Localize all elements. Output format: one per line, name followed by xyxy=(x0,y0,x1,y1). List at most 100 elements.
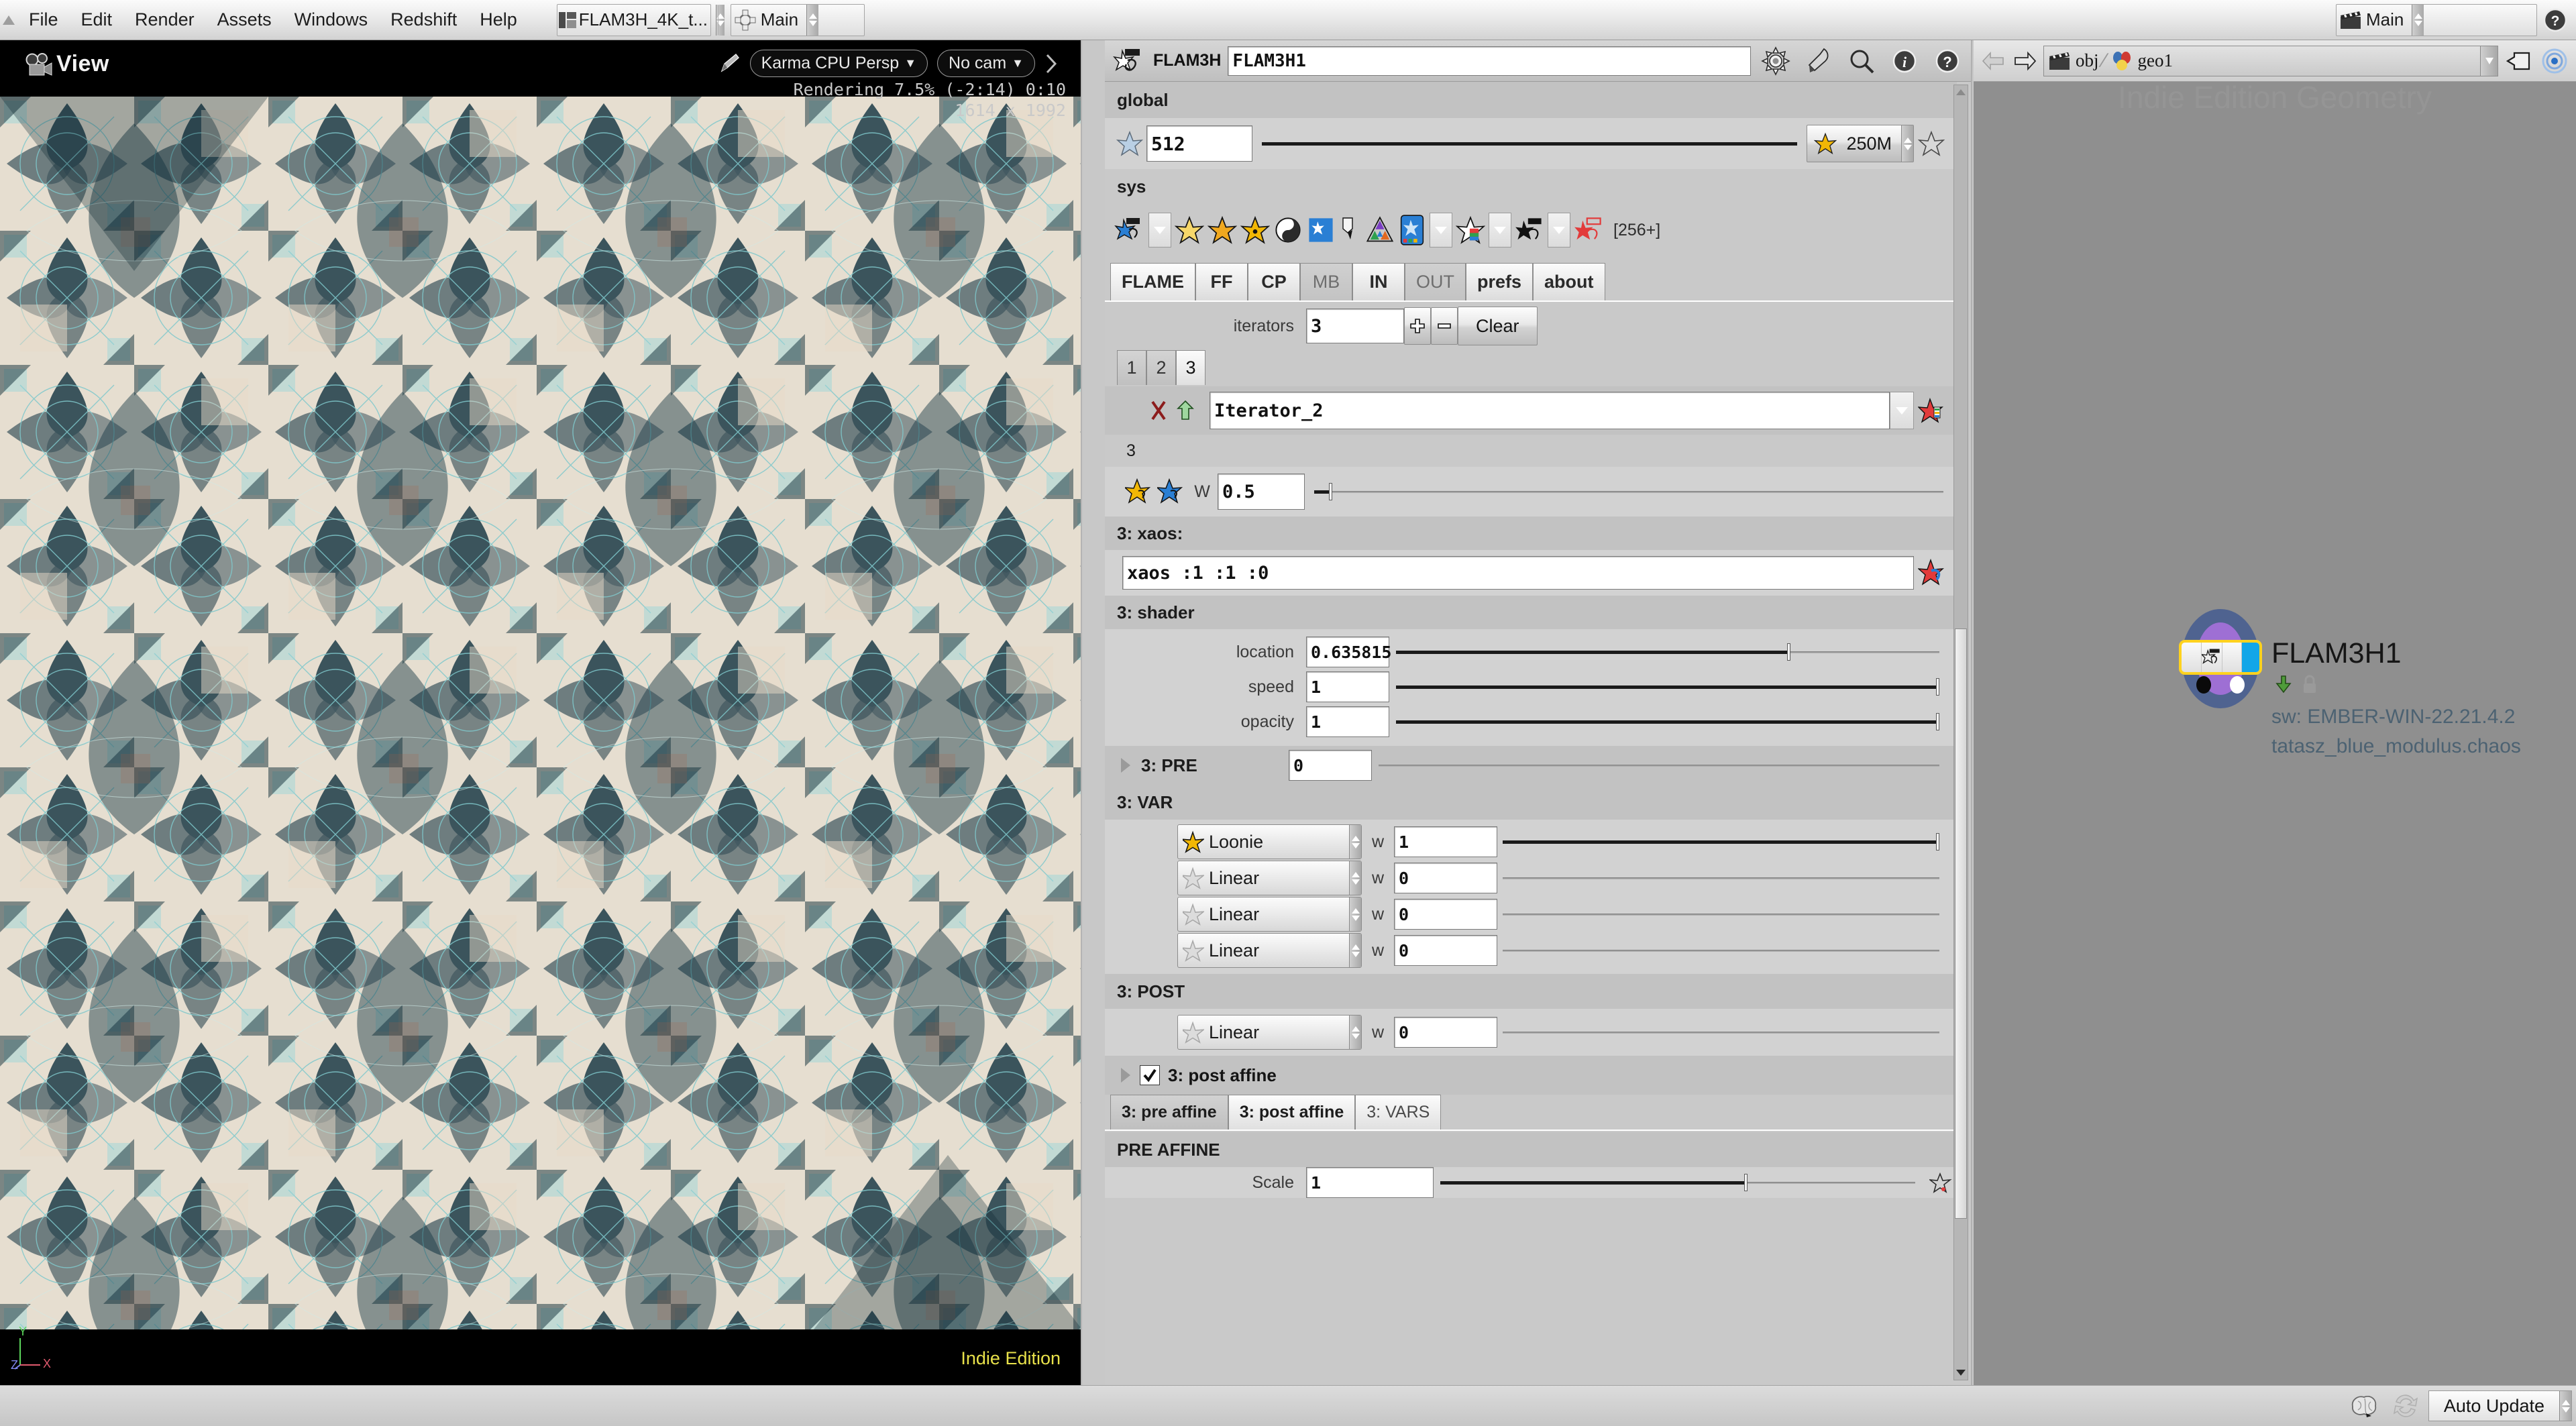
var-select-1[interactable]: Loonie xyxy=(1177,824,1362,859)
points-selector[interactable]: 250M xyxy=(1807,125,1914,162)
auto-update-spinner[interactable] xyxy=(2559,1391,2571,1421)
sys-flame-red-icon[interactable] xyxy=(1574,215,1603,245)
delete-iterator-icon[interactable] xyxy=(1145,399,1172,422)
scale-input[interactable]: 1 xyxy=(1306,1167,1434,1198)
node-shape[interactable] xyxy=(2179,609,2262,708)
desktop-selector[interactable]: FLAM3H_4K_t... xyxy=(556,3,724,36)
expand-arrow-icon[interactable] xyxy=(1121,758,1130,773)
iterator-index-tabs[interactable]: 1 2 3 xyxy=(1117,350,1957,385)
sys-palette-icon[interactable] xyxy=(1365,215,1395,245)
tab-flame[interactable]: FLAME xyxy=(1110,263,1195,300)
post-var-spinner-1[interactable] xyxy=(1349,1016,1361,1049)
iterator-tab-1[interactable]: 1 xyxy=(1117,350,1146,385)
opacity-slider[interactable] xyxy=(1396,712,1939,731)
sys-yinyang-icon[interactable] xyxy=(1273,215,1303,245)
sys-cursor-icon[interactable] xyxy=(1339,215,1362,245)
var-spinner-3[interactable] xyxy=(1349,897,1361,931)
tab-prefs[interactable]: prefs xyxy=(1465,263,1534,300)
duplicate-iterator-icon[interactable] xyxy=(1172,399,1199,422)
var-select-2[interactable]: Linear xyxy=(1177,861,1362,895)
paint-icon[interactable] xyxy=(1801,43,1837,79)
tab-cp[interactable]: CP xyxy=(1247,263,1300,300)
menu-help[interactable]: Help xyxy=(468,0,529,40)
expand-arrow-icon[interactable] xyxy=(1121,1068,1130,1083)
xaos-preset-icon[interactable] xyxy=(1914,558,1949,588)
info-icon[interactable]: i xyxy=(1886,43,1923,79)
flame-tab-bar[interactable]: FLAME FF CP MB IN OUT prefs about xyxy=(1110,263,1957,300)
menu-redshift[interactable]: Redshift xyxy=(379,0,468,40)
iterator-name-input[interactable]: Iterator_2 xyxy=(1210,392,1890,429)
right-desktop-selector[interactable]: Main xyxy=(2336,3,2537,36)
node-output-connector[interactable] xyxy=(2230,676,2245,694)
sys-render-icon[interactable] xyxy=(1398,214,1426,246)
var-w-input-3[interactable]: 0 xyxy=(1394,899,1497,930)
pre-slider[interactable] xyxy=(1379,756,1939,775)
breadcrumb-geo1[interactable]: geo1 xyxy=(2110,50,2173,72)
sys-load-icon[interactable] xyxy=(1114,215,1145,245)
speed-input[interactable]: 1 xyxy=(1306,671,1389,702)
tab-mb[interactable]: MB xyxy=(1299,263,1352,300)
var-w-slider-2[interactable] xyxy=(1503,869,1939,887)
back-arrow-icon[interactable] xyxy=(1979,51,2007,71)
breadcrumb-obj[interactable]: obj xyxy=(2048,50,2099,71)
location-input[interactable]: 0.635815 xyxy=(1306,637,1391,667)
parameter-scrollbar[interactable] xyxy=(1953,85,1968,1380)
lock-icon[interactable] xyxy=(2300,674,2319,696)
var-w-slider-1[interactable] xyxy=(1503,832,1939,851)
sys-star-2-icon[interactable] xyxy=(1208,215,1237,245)
iterators-count-input[interactable]: 3 xyxy=(1306,309,1404,343)
parameter-pane[interactable]: FLAM3H FLAM3H1 i ? global 512 250M sys [… xyxy=(1105,40,1972,1385)
sys-flame-black-dropdown[interactable] xyxy=(1548,213,1570,248)
iterator-name-dropdown[interactable] xyxy=(1890,392,1914,429)
camera-selector[interactable]: No cam ▼ xyxy=(937,50,1035,77)
var-spinner-1[interactable] xyxy=(1349,825,1361,859)
right-desktop-spinner[interactable] xyxy=(2412,4,2424,36)
viewport-tools-icon[interactable] xyxy=(1044,52,1063,75)
iterator-tab-3[interactable]: 3 xyxy=(1176,350,1205,385)
weight-slider[interactable] xyxy=(1314,482,1943,501)
xaos-input[interactable]: xaos :1 :1 :0 xyxy=(1122,556,1914,590)
pane-selector[interactable]: Main xyxy=(730,3,865,36)
tab-vars[interactable]: 3: VARS xyxy=(1355,1095,1442,1130)
weight-input[interactable]: 0.5 xyxy=(1218,474,1305,510)
sys-load-dropdown[interactable] xyxy=(1148,213,1171,248)
sys-star-1-icon[interactable] xyxy=(1175,215,1204,245)
speed-slider[interactable] xyxy=(1396,677,1939,696)
gear-icon[interactable] xyxy=(1758,43,1794,79)
recook-icon[interactable] xyxy=(2387,1392,2424,1419)
node-name-input[interactable]: FLAM3H1 xyxy=(1228,46,1751,76)
weight-star-blue-icon[interactable] xyxy=(1155,478,1187,506)
clear-button[interactable]: Clear xyxy=(1458,307,1538,345)
tab-post-affine[interactable]: 3: post affine xyxy=(1228,1095,1356,1130)
add-iterator-button[interactable] xyxy=(1404,307,1431,345)
network-editor-pane[interactable]: obj ∕ geo1 Indie Edition Geometry FLAM3H… xyxy=(1974,40,2576,1385)
menu-assets[interactable]: Assets xyxy=(206,0,283,40)
location-slider[interactable] xyxy=(1396,643,1939,661)
points-spinner[interactable] xyxy=(1901,125,1913,162)
opacity-input[interactable]: 1 xyxy=(1306,706,1389,737)
render-flag-icon[interactable] xyxy=(2273,674,2294,696)
iterator-preset-icon[interactable] xyxy=(1914,396,1949,425)
menu-edit[interactable]: Edit xyxy=(70,0,124,40)
menu-windows[interactable]: Windows xyxy=(283,0,380,40)
iterations-input[interactable]: 512 xyxy=(1146,125,1252,162)
sys-render-dropdown[interactable] xyxy=(1430,213,1452,248)
var-spinner-4[interactable] xyxy=(1349,934,1361,967)
pane-spinner[interactable] xyxy=(806,4,819,36)
menu-render[interactable]: Render xyxy=(123,0,206,40)
viewport-pane[interactable]: View Karma CPU Persp ▼ No cam ▼ Renderin… xyxy=(0,40,1082,1385)
var-spinner-2[interactable] xyxy=(1349,861,1361,895)
weight-star-gold-icon[interactable] xyxy=(1122,478,1155,506)
network-node-flam3h1[interactable]: FLAM3H1 sw: EMBER-WIN-22.21.4.2 tatasz_b… xyxy=(2179,609,2521,761)
scale-reset-icon[interactable] xyxy=(1925,1171,1957,1194)
iterator-tab-2[interactable]: 2 xyxy=(1146,350,1176,385)
help-icon[interactable]: ? xyxy=(1929,43,1966,79)
network-path-field[interactable]: obj ∕ geo1 xyxy=(2043,45,2498,76)
post-affine-checkbox[interactable] xyxy=(1140,1065,1160,1085)
tab-about[interactable]: about xyxy=(1533,263,1605,300)
help-button[interactable]: ? xyxy=(2537,2,2573,38)
search-icon[interactable] xyxy=(1843,43,1880,79)
sys-star-color-dropdown[interactable] xyxy=(1489,213,1511,248)
scroll-down-arrow[interactable] xyxy=(1956,1370,1966,1376)
post-var-w-slider-1[interactable] xyxy=(1503,1023,1939,1042)
